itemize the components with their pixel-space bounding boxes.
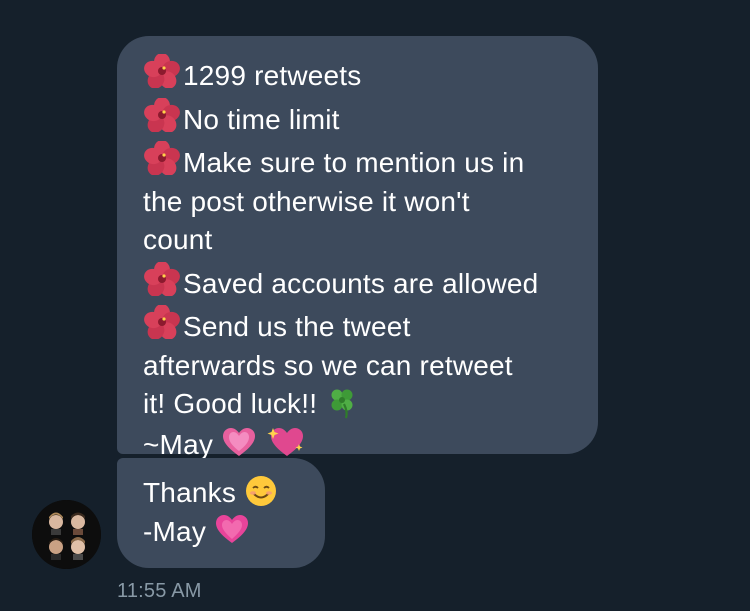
message-text: -May — [143, 515, 207, 547]
message-text: it! Good luck!! — [143, 388, 318, 419]
four-leaf-clover-icon — [325, 388, 359, 419]
dm-thread: 1299 retweets No time limit Make sure to… — [0, 0, 750, 611]
message-text: ~May — [143, 428, 214, 460]
avatar[interactable] — [32, 500, 101, 569]
message-bubble[interactable]: Thanks -May — [117, 458, 325, 568]
message-bubble[interactable]: 1299 retweets No time limit Make sure to… — [117, 36, 598, 460]
message-line: Send us the tweet — [143, 303, 572, 347]
hibiscus-icon — [143, 303, 183, 339]
hibiscus-icon — [143, 139, 183, 175]
hibiscus-icon — [143, 52, 183, 88]
message-line: the post otherwise it won't — [143, 185, 470, 217]
message-text: Make sure to mention us in — [183, 147, 525, 178]
message-timestamp: 11:55 AM — [117, 580, 202, 602]
message-line: 1299 retweets — [143, 52, 572, 96]
message-line: count — [143, 224, 213, 255]
growing-heart-icon — [206, 514, 250, 547]
message-text: Saved accounts are allowed — [183, 267, 539, 299]
hibiscus-icon — [143, 96, 183, 132]
beating-heart-icon — [213, 427, 265, 460]
avatar-photo — [32, 500, 101, 569]
message-text: Thanks — [143, 477, 237, 508]
message-text: 1299 retweets — [183, 60, 362, 91]
message-line: -May — [143, 513, 299, 552]
message-line: Make sure to mention us in — [143, 139, 572, 183]
hibiscus-icon — [143, 260, 183, 296]
message-text: Send us the tweet — [183, 311, 411, 342]
smiling-face-icon — [244, 476, 278, 508]
message-line: it! Good luck!! — [143, 385, 572, 424]
sparkling-heart-icon — [265, 427, 305, 460]
message-line: Saved accounts are allowed — [143, 260, 572, 304]
message-line: No time limit — [143, 96, 572, 140]
message-line: afterwards so we can retweet — [143, 349, 513, 381]
message-line: Thanks — [143, 474, 299, 513]
message-text: No time limit — [183, 103, 340, 135]
